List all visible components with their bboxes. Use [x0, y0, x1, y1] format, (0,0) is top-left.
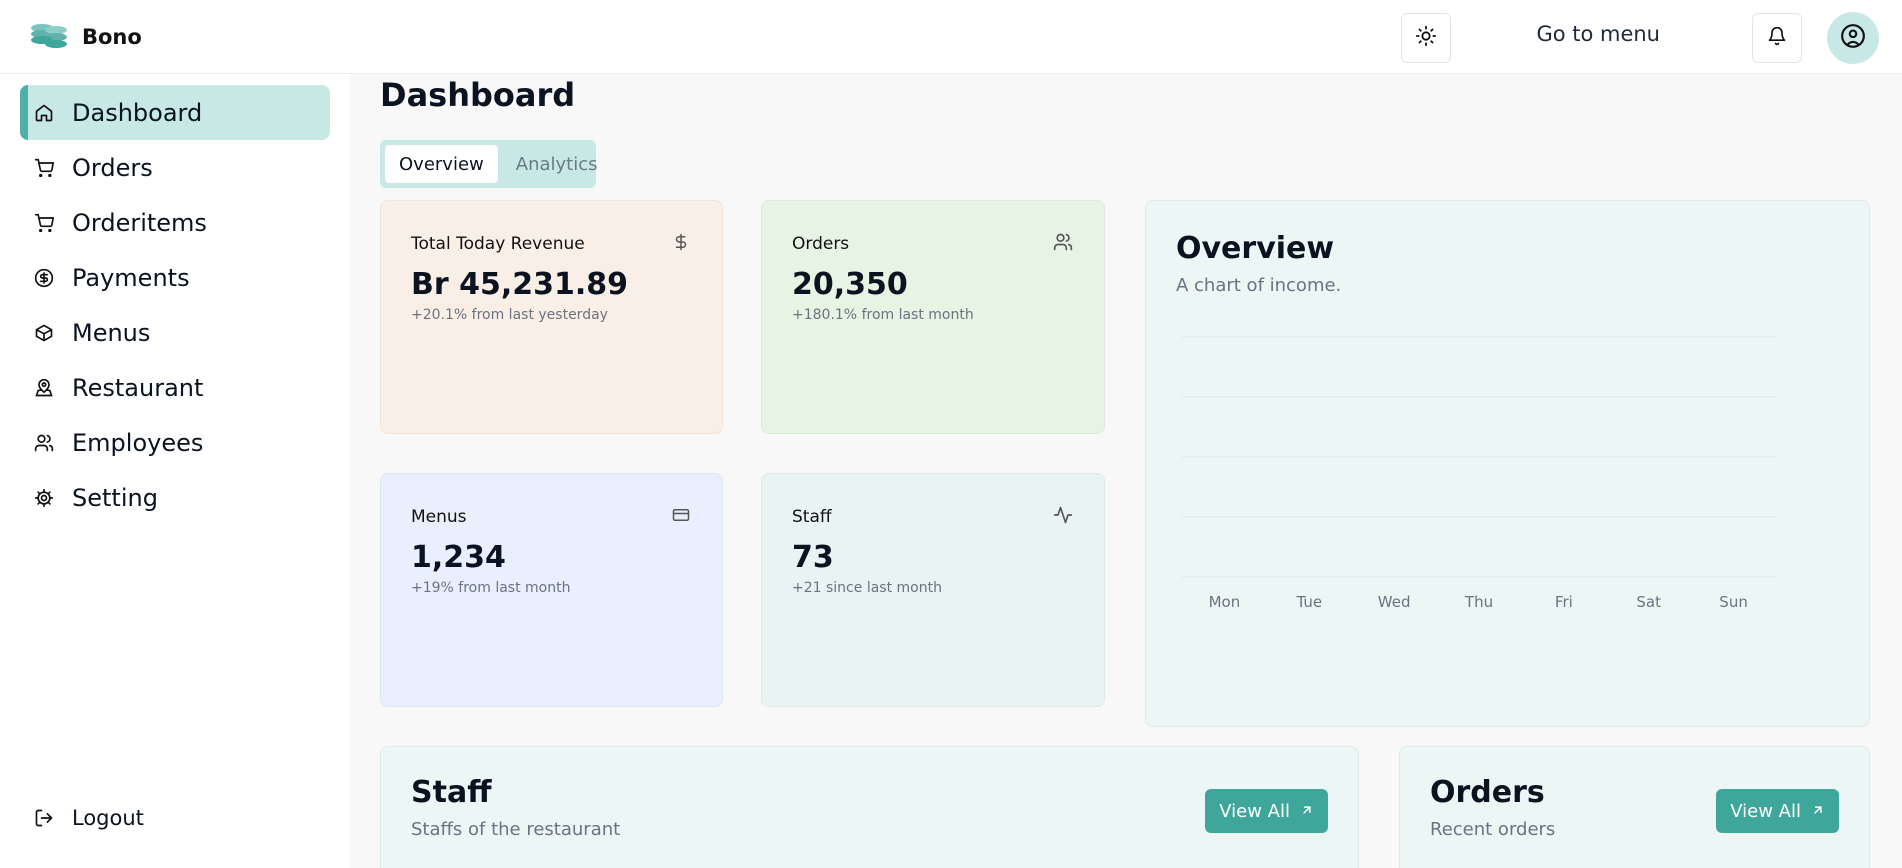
card-label: Staff: [792, 507, 832, 527]
sidebar-item-label: Employees: [72, 428, 204, 457]
credit-card-icon: [670, 504, 692, 526]
card-change: +21 since last month: [792, 580, 942, 596]
staff-panel-title: Staff: [411, 775, 492, 810]
staff-panel-subtitle: Staffs of the restaurant: [411, 819, 621, 840]
orders-panel-subtitle: Recent orders: [1430, 819, 1556, 840]
notifications-button[interactable]: [1752, 13, 1802, 63]
logout-label: Logout: [72, 805, 144, 830]
card-value: 1,234: [411, 540, 506, 575]
box-icon: [34, 323, 54, 343]
sidebar-item-setting[interactable]: Setting: [20, 470, 330, 525]
card-value: Br 45,231.89: [411, 267, 629, 302]
cart-icon: [34, 158, 54, 178]
cart-icon: [34, 213, 54, 233]
sidebar-item-label: Orderitems: [72, 208, 207, 237]
staff-card: Staff 73 +21 since last month: [761, 473, 1105, 707]
sidebar-item-label: Orders: [72, 153, 153, 182]
sun-icon: [1415, 25, 1437, 51]
chart-x-tick-label: Fri: [1555, 593, 1573, 611]
tab-list: Overview Analytics: [380, 140, 598, 188]
activity-icon: [1052, 504, 1074, 526]
sidebar-item-employees[interactable]: Employees: [20, 415, 330, 470]
sidebar-item-dashboard[interactable]: Dashboard: [20, 85, 330, 140]
card-change: +20.1% from last yesterday: [411, 307, 608, 323]
card-change: +180.1% from last month: [792, 307, 974, 323]
sidebar-item-label: Restaurant: [72, 373, 204, 402]
page-title: Dashboard: [380, 76, 576, 114]
chart-x-tick-label: Tue: [1295, 593, 1322, 611]
chart-x-tick-label: Mon: [1209, 593, 1241, 611]
view-all-label: View All: [1219, 800, 1290, 822]
orders-card: Orders 20,350 +180.1% from last month: [761, 200, 1105, 434]
sidebar: Dashboard Orders Orderitems Payments Men…: [0, 74, 350, 868]
card-label: Menus: [411, 507, 467, 527]
sidebar-item-label: Menus: [72, 318, 151, 347]
coins-logo-icon: [28, 18, 72, 56]
dollar-circle-icon: [34, 268, 54, 288]
sidebar-item-payments[interactable]: Payments: [20, 250, 330, 305]
view-all-label: View All: [1730, 800, 1801, 822]
orders-view-all-button[interactable]: View All: [1716, 789, 1839, 833]
chart-x-tick-label: Thu: [1464, 593, 1493, 611]
chart-x-tick-label: Sun: [1719, 593, 1748, 611]
tab-analytics[interactable]: Analytics: [502, 145, 612, 183]
user-circle-icon: [1840, 23, 1866, 53]
sidebar-item-restaurant[interactable]: Restaurant: [20, 360, 330, 415]
top-header: Bono Go to menu: [0, 0, 1902, 74]
card-label: Total Today Revenue: [411, 234, 585, 254]
arrow-up-right-icon: [1811, 801, 1825, 822]
logout-button[interactable]: Logout: [20, 790, 330, 845]
main-content: Dashboard Overview Analytics Total Today…: [350, 48, 1902, 868]
card-label: Orders: [792, 234, 850, 254]
staff-panel: Staff Staffs of the restaurant View All: [380, 746, 1359, 868]
staff-view-all-button[interactable]: View All: [1205, 789, 1328, 833]
users-icon: [34, 433, 54, 453]
home-icon: [34, 103, 54, 123]
revenue-card: Total Today Revenue Br 45,231.89 +20.1% …: [380, 200, 723, 434]
chart-x-tick-label: Sat: [1636, 593, 1661, 611]
orders-panel: Orders Recent orders View All: [1399, 746, 1870, 868]
users-icon: [1052, 231, 1074, 253]
go-to-menu-link[interactable]: Go to menu: [1536, 22, 1660, 46]
overview-subtitle: A chart of income.: [1176, 275, 1342, 296]
card-change: +19% from last month: [411, 580, 571, 596]
sidebar-item-label: Setting: [72, 483, 158, 512]
arrow-up-right-icon: [1300, 801, 1314, 822]
logout-icon: [34, 808, 54, 828]
brand[interactable]: Bono: [28, 18, 142, 56]
overview-panel: Overview A chart of income. Mon Tue Wed Thu…: [1145, 200, 1870, 727]
dollar-icon: [670, 231, 692, 253]
card-value: 20,350: [792, 267, 908, 302]
chart-x-tick-label: Wed: [1378, 593, 1411, 611]
orders-panel-title: Orders: [1430, 775, 1545, 810]
sidebar-item-label: Payments: [72, 263, 190, 292]
menus-card: Menus 1,234 +19% from last month: [380, 473, 723, 707]
gear-icon: [34, 488, 54, 508]
user-avatar-button[interactable]: [1827, 12, 1879, 64]
bell-icon: [1767, 26, 1787, 50]
map-pin-icon: [34, 378, 54, 398]
theme-toggle-button[interactable]: [1401, 13, 1451, 63]
overview-title: Overview: [1176, 231, 1335, 266]
sidebar-item-label: Dashboard: [72, 98, 203, 127]
sidebar-item-orderitems[interactable]: Orderitems: [20, 195, 330, 250]
sidebar-item-menus[interactable]: Menus: [20, 305, 330, 360]
card-value: 73: [792, 540, 834, 575]
brand-name: Bono: [82, 25, 142, 49]
tab-overview[interactable]: Overview: [385, 145, 498, 183]
income-chart: Mon Tue Wed Thu Fri Sat Sun: [1182, 336, 1776, 611]
sidebar-item-orders[interactable]: Orders: [20, 140, 330, 195]
